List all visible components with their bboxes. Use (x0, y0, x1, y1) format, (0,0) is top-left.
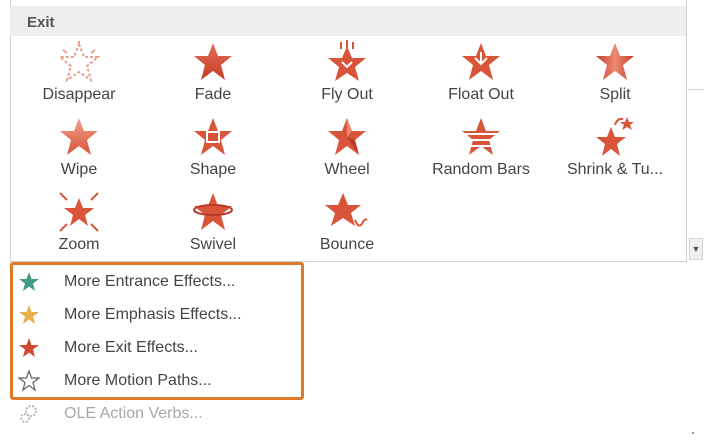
effect-fly-out[interactable]: Fly Out (280, 40, 414, 112)
effect-shape[interactable]: Shape (146, 115, 280, 187)
effect-random-bars[interactable]: Random Bars (414, 115, 548, 187)
effect-label: Split (599, 86, 631, 103)
menu-item-label: OLE Action Verbs... (64, 405, 203, 422)
split-star-icon (596, 43, 634, 80)
effect-disappear[interactable]: Disappear (12, 40, 146, 112)
fly-out-star-icon (328, 40, 366, 81)
menu-item-label: More Entrance Effects... (64, 273, 236, 290)
more-chevron-down-icon[interactable]: ▼ (689, 238, 703, 260)
fade-star-icon (194, 43, 232, 80)
effect-label: Wipe (60, 161, 98, 178)
effect-fade[interactable]: Fade (146, 40, 280, 112)
effect-float-out[interactable]: Float Out (414, 40, 548, 112)
effect-shrink-turn[interactable]: Shrink & Tu... (548, 115, 682, 187)
menu-item-label: More Exit Effects... (64, 339, 198, 356)
swivel-star-icon (193, 193, 233, 230)
effect-swivel[interactable]: Swivel (146, 190, 280, 262)
gold-star-icon (19, 305, 39, 324)
menu-item-ole-action-verbs: OLE Action Verbs... (18, 400, 298, 428)
menu-item-more-exit-effects[interactable]: More Exit Effects... (18, 334, 298, 362)
effect-label: Bounce (319, 236, 375, 253)
menu-item-more-motion-paths[interactable]: More Motion Paths... (18, 367, 298, 395)
bounce-star-icon (325, 193, 368, 227)
effect-label: Fade (194, 86, 232, 103)
scroll-thumb[interactable] (688, 0, 704, 90)
gallery-scrollbar[interactable]: ▼ (686, 0, 704, 262)
float-out-star-icon (462, 43, 500, 80)
resize-grip[interactable] (692, 432, 694, 434)
effect-label: Wheel (324, 161, 370, 178)
wheel-star-icon (328, 118, 366, 155)
shrink-turn-star-icon (596, 117, 634, 156)
effect-zoom[interactable]: Zoom (12, 190, 146, 262)
effect-label: Fly Out (321, 86, 373, 103)
menu-item-more-emphasis-effects[interactable]: More Emphasis Effects... (18, 301, 298, 329)
zoom-star-icon (59, 192, 99, 232)
effect-wheel[interactable]: Wheel (280, 115, 414, 187)
effect-wipe[interactable]: Wipe (12, 115, 146, 187)
effect-split[interactable]: Split (548, 40, 682, 112)
exit-effects-grid: Disappear Fade Fly Out Float Out Split W… (12, 40, 684, 260)
effect-label: Swivel (189, 236, 237, 253)
menu-item-label: More Emphasis Effects... (64, 306, 242, 323)
effect-label: Float Out (448, 86, 514, 103)
green-star-icon (19, 272, 39, 291)
effect-label: Shrink & Tu... (566, 161, 664, 178)
effect-label: Disappear (42, 86, 116, 103)
shape-star-icon (194, 118, 232, 155)
disappear-star-icon (57, 41, 101, 83)
menu-item-more-entrance-effects[interactable]: More Entrance Effects... (18, 268, 298, 296)
section-header-exit: Exit (10, 6, 686, 36)
random-bars-star-icon (462, 118, 500, 155)
gear-icon (20, 405, 37, 423)
red-star-icon (19, 338, 39, 357)
menu-item-label: More Motion Paths... (64, 372, 212, 389)
effect-label: Shape (189, 161, 237, 178)
outline-star-icon (18, 370, 40, 392)
effect-label: Random Bars (432, 161, 530, 178)
effect-label: Zoom (58, 236, 100, 253)
wipe-star-icon (60, 118, 98, 155)
effect-bounce[interactable]: Bounce (280, 190, 414, 262)
